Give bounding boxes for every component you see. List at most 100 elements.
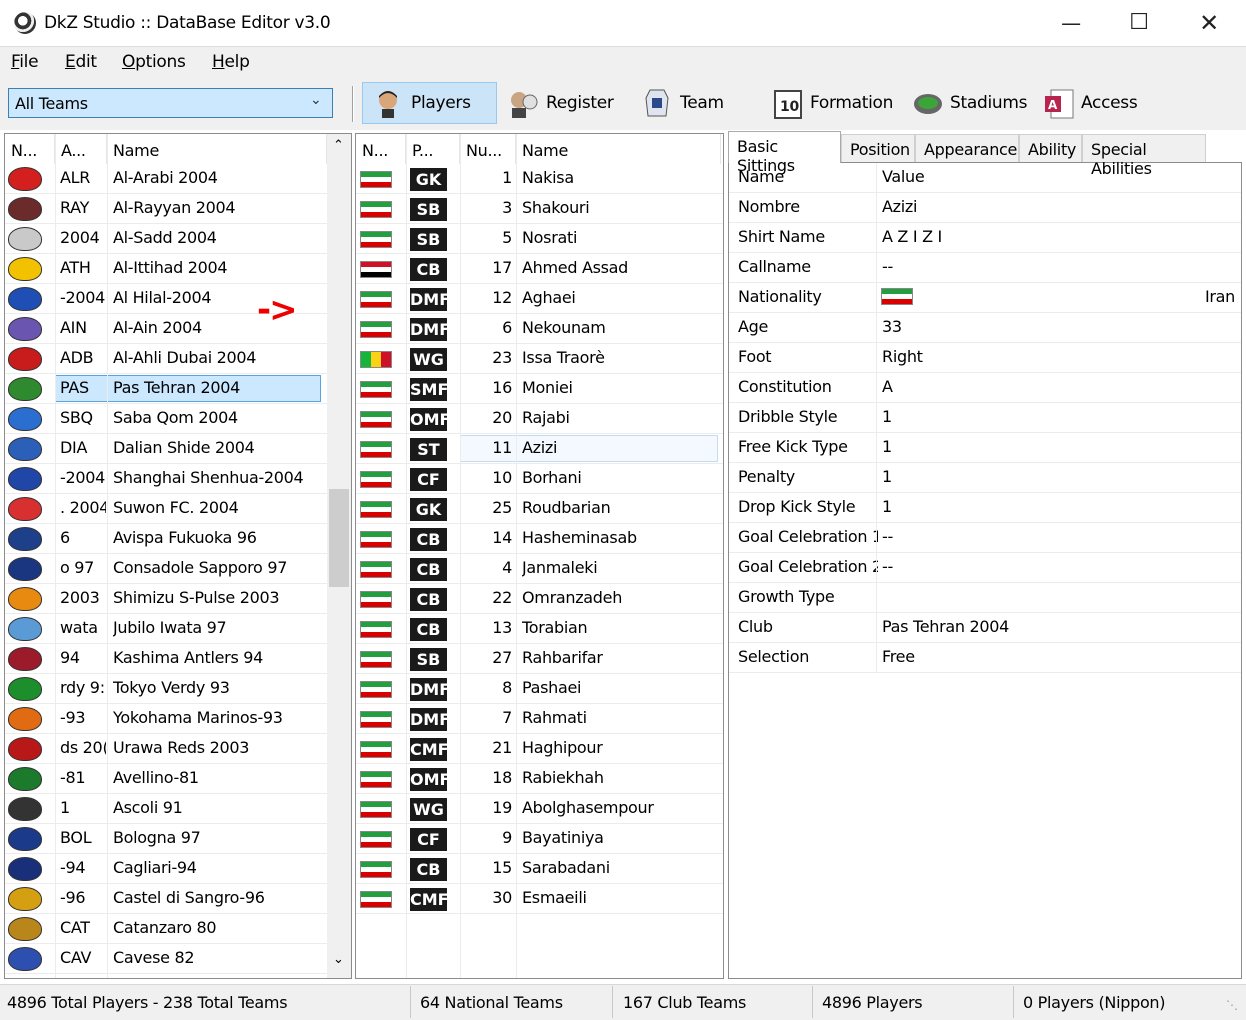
tab-position[interactable]: Position [841, 134, 915, 162]
menu-help[interactable]: Help [212, 52, 250, 72]
team-row[interactable]: ds 20(Urawa Reds 2003 [5, 734, 327, 764]
team-button[interactable]: Team [632, 82, 737, 124]
player-row[interactable]: GK 1 Nakisa [356, 164, 723, 194]
maximize-icon[interactable]: ☐ [1124, 10, 1154, 36]
teams-column-header[interactable]: A... [55, 134, 107, 164]
team-row[interactable]: 6 Avispa Fukuoka 96 [5, 524, 327, 554]
access-button[interactable]: A Access [1033, 82, 1153, 124]
detail-row[interactable]: Selection Free [729, 643, 1241, 673]
players-list[interactable]: N... P... Nu... Name GK 1 Nakisa SB 3 Shakouri SB 5… [355, 133, 724, 979]
player-row[interactable]: OMF 20 Rajabi [356, 404, 723, 434]
players-column-header[interactable]: N... [356, 134, 406, 164]
detail-row[interactable]: Shirt Name A Z I Z I [729, 223, 1241, 253]
player-row[interactable]: CMF 30 Esmaeili [356, 884, 723, 914]
player-row[interactable]: SB 5 Nosrati [356, 224, 723, 254]
team-row[interactable]: DIA Dalian Shide 2004 [5, 434, 327, 464]
stadiums-button[interactable]: Stadiums [902, 82, 1037, 124]
player-row[interactable]: DMF 8 Pashaei [356, 674, 723, 704]
tab-basic-sittings[interactable]: Basic Sittings [728, 131, 841, 175]
formation-button[interactable]: 10 Formation [762, 82, 902, 124]
detail-row[interactable]: Callname -- [729, 253, 1241, 283]
player-row[interactable]: GK 25 Roudbarian [356, 494, 723, 524]
resize-grip-icon[interactable]: ⋱ [1226, 998, 1238, 1012]
player-row[interactable]: CMF 21 Haghipour [356, 734, 723, 764]
players-column-header[interactable]: Name [516, 134, 721, 164]
team-row[interactable]: -93 Yokohama Marinos-93 [5, 704, 327, 734]
team-row[interactable]: 94 Kashima Antlers 94 [5, 644, 327, 674]
player-row[interactable]: CF 9 Bayatiniya [356, 824, 723, 854]
menu-edit[interactable]: Edit [65, 52, 97, 72]
menu-file[interactable]: File [11, 52, 39, 72]
player-row[interactable]: CB 15 Sarabadani [356, 854, 723, 884]
detail-row[interactable]: Goal Celebration 2 -- [729, 553, 1241, 583]
team-row[interactable]: RAY Al-Rayyan 2004 [5, 194, 327, 224]
player-row[interactable]: SB 3 Shakouri [356, 194, 723, 224]
teams-column-header[interactable]: N... [5, 134, 55, 164]
player-row[interactable]: WG 19 Abolghasempour [356, 794, 723, 824]
team-row[interactable]: ATH Al-Ittihad 2004 [5, 254, 327, 284]
detail-row[interactable]: Nombre Azizi [729, 193, 1241, 223]
team-row[interactable]: . 2004 Suwon FC. 2004 [5, 494, 327, 524]
menu-options[interactable]: Options [122, 52, 186, 72]
player-row[interactable]: DMF 7 Rahmati [356, 704, 723, 734]
team-row[interactable]: ALR Al-Arabi 2004 [5, 164, 327, 194]
player-row[interactable]: DMF 12 Aghaei [356, 284, 723, 314]
team-row[interactable]: o 97 Consadole Sapporo 97 [5, 554, 327, 584]
detail-row[interactable]: Penalty 1 [729, 463, 1241, 493]
team-row[interactable]: ADB Al-Ahli Dubai 2004 [5, 344, 327, 374]
player-row[interactable]: OMF 18 Rabiekhah [356, 764, 723, 794]
tab-ability[interactable]: Ability [1019, 134, 1082, 162]
players-column-header[interactable]: Nu... [460, 134, 516, 164]
team-row[interactable]: SBQ Saba Qom 2004 [5, 404, 327, 434]
player-row[interactable]: CB 14 Hasheminasab [356, 524, 723, 554]
close-icon[interactable]: ✕ [1194, 10, 1224, 36]
detail-row[interactable]: Foot Right [729, 343, 1241, 373]
teams-list[interactable]: N... A... Name ALR Al-Arabi 2004 RAY Al-Rayyan… [4, 133, 352, 979]
scroll-up-icon[interactable]: ⌃ [333, 138, 344, 153]
team-row[interactable]: rdy 9: Tokyo Verdy 93 [5, 674, 327, 704]
team-row[interactable]: BOL Bologna 97 [5, 824, 327, 854]
detail-row[interactable]: Free Kick Type 1 [729, 433, 1241, 463]
chevron-down-icon[interactable]: ⌄ [310, 92, 322, 108]
player-row[interactable]: CB 17 Ahmed Assad [356, 254, 723, 284]
detail-row[interactable]: Growth Type [729, 583, 1241, 613]
scroll-down-icon[interactable]: ⌄ [333, 952, 344, 967]
detail-row[interactable]: Age 33 [729, 313, 1241, 343]
team-row[interactable]: CAT Catanzaro 80 [5, 914, 327, 944]
team-row[interactable]: 2004 Al-Sadd 2004 [5, 224, 327, 254]
tab-special-abilities[interactable]: Special Abilities [1082, 134, 1206, 178]
teams-scroll-thumb[interactable] [329, 489, 349, 587]
team-row[interactable]: -81 Avellino-81 [5, 764, 327, 794]
detail-row[interactable]: Constitution A [729, 373, 1241, 403]
team-filter-dropdown[interactable]: All Teams [8, 88, 333, 118]
team-row[interactable]: PAS Pas Tehran 2004 [5, 374, 327, 404]
team-row[interactable]: 2003 Shimizu S-Pulse 2003 [5, 584, 327, 614]
player-row[interactable]: WG 23 Issa Traorè [356, 344, 723, 374]
detail-row[interactable]: Drop Kick Style 1 [729, 493, 1241, 523]
player-row[interactable]: SB 27 Rahbarifar [356, 644, 723, 674]
detail-row[interactable]: Club Pas Tehran 2004 [729, 613, 1241, 643]
team-row[interactable]: wata Jubilo Iwata 97 [5, 614, 327, 644]
detail-row[interactable]: Name Value [729, 163, 1241, 193]
team-row[interactable]: 1 Ascoli 91 [5, 794, 327, 824]
player-row[interactable]: CB 22 Omranzadeh [356, 584, 723, 614]
player-row[interactable]: ST 11 Azizi [356, 434, 723, 464]
player-row[interactable]: CB 4 Janmaleki [356, 554, 723, 584]
minimize-icon[interactable]: — [1056, 10, 1086, 36]
players-button[interactable]: Players [362, 82, 497, 124]
team-row[interactable]: -96 Castel di Sangro-96 [5, 884, 327, 914]
detail-row[interactable]: Nationality Iran [729, 283, 1241, 313]
detail-row[interactable]: Goal Celebration 1 -- [729, 523, 1241, 553]
team-row[interactable]: CAV Cavese 82 [5, 944, 327, 974]
detail-row[interactable]: Dribble Style 1 [729, 403, 1241, 433]
team-row[interactable]: -2004 Shanghai Shenhua-2004 [5, 464, 327, 494]
player-row[interactable]: CB 13 Torabian [356, 614, 723, 644]
register-button[interactable]: Register [498, 82, 623, 124]
player-row[interactable]: CF 10 Borhani [356, 464, 723, 494]
tab-appearance[interactable]: Appearance [915, 134, 1019, 162]
players-column-header[interactable]: P... [406, 134, 460, 164]
team-row[interactable]: -94 Cagliari-94 [5, 854, 327, 884]
player-row[interactable]: DMF 6 Nekounam [356, 314, 723, 344]
teams-column-header[interactable]: Name [107, 134, 327, 164]
player-row[interactable]: SMF 16 Moniei [356, 374, 723, 404]
